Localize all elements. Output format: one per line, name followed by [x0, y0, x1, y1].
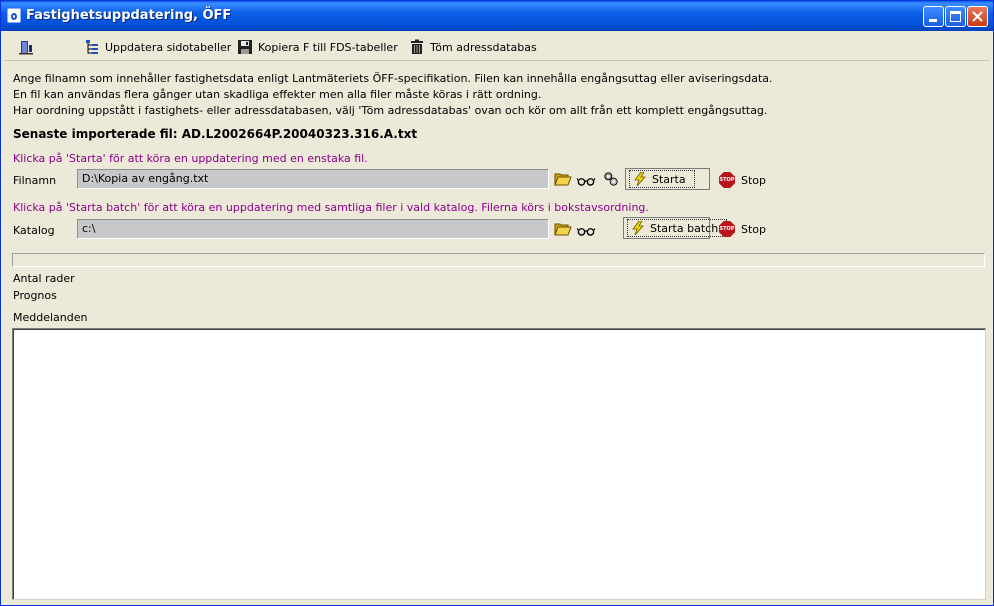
close-button[interactable] — [967, 6, 988, 27]
minimize-icon — [929, 19, 937, 22]
door-exit-icon — [19, 41, 33, 55]
lightning-icon — [632, 221, 644, 235]
update-side-tables-button[interactable]: Uppdatera sidotabeller — [84, 38, 231, 56]
last-imported-file: Senaste importerade fil: AD.L2002664P.20… — [13, 127, 418, 141]
empty-address-db-label: Töm adressdatabas — [430, 40, 537, 54]
single-file-hint: Klicka på 'Starta' för att köra en uppda… — [13, 152, 368, 165]
glasses-icon[interactable] — [577, 223, 595, 239]
empty-address-db-button[interactable]: Töm adressdatabas — [409, 38, 537, 56]
stop-sign-icon: STOP — [719, 221, 735, 237]
tree-icon — [86, 40, 98, 54]
maximize-button[interactable] — [945, 6, 966, 27]
stop-sign-icon: STOP — [719, 172, 735, 188]
copy-f-to-fds-label: Kopiera F till FDS-tabeller — [258, 40, 398, 54]
window-title: Fastighetsuppdatering, ÖFF — [26, 8, 232, 23]
info-line-2: En fil kan användas flera gånger utan sk… — [13, 88, 542, 101]
batch-hint: Klicka på 'Starta batch' för att köra en… — [13, 201, 649, 214]
open-folder-icon[interactable] — [554, 171, 572, 187]
row-count-label: Antal rader — [13, 272, 75, 285]
exit-button[interactable] — [18, 38, 39, 56]
main-window: Fastighetsuppdatering, ÖFF Uppdatera sid… — [0, 0, 994, 606]
info-line-1: Ange filnamn som innehåller fastighetsda… — [13, 72, 773, 85]
filename-label: Filnamn — [13, 174, 57, 187]
forecast-label: Prognos — [13, 289, 57, 302]
maximize-icon — [950, 11, 961, 22]
app-icon — [7, 8, 21, 23]
title-bar[interactable]: Fastighetsuppdatering, ÖFF — [1, 1, 993, 31]
directory-label: Katalog — [13, 224, 55, 237]
progress-bar — [12, 253, 985, 267]
open-folder-icon[interactable] — [554, 221, 572, 237]
start-batch-button-label: Starta batch — [650, 221, 719, 235]
stop-batch-button[interactable]: STOP Stop — [719, 219, 766, 239]
glasses-icon[interactable] — [577, 173, 595, 189]
update-side-tables-label: Uppdatera sidotabeller — [105, 40, 232, 54]
directory-field[interactable]: c:\ — [77, 219, 549, 239]
stop-button[interactable]: STOP Stop — [719, 170, 766, 190]
messages-label: Meddelanden — [13, 311, 88, 324]
floppy-disk-icon — [238, 40, 252, 54]
start-button[interactable]: Starta — [625, 168, 710, 190]
gears-icon[interactable] — [602, 171, 620, 187]
close-icon — [972, 11, 983, 22]
stop-batch-button-label: Stop — [741, 222, 767, 236]
toolbar: Uppdatera sidotabeller Kopiera F till FD… — [5, 34, 989, 61]
stop-button-label: Stop — [741, 173, 767, 187]
trash-can-icon — [411, 39, 423, 54]
copy-f-to-fds-button[interactable]: Kopiera F till FDS-tabeller — [237, 38, 398, 56]
filename-field[interactable]: D:\Kopia av engång.txt — [77, 169, 549, 189]
minimize-button[interactable] — [923, 6, 944, 27]
info-line-3: Har oordning uppstått i fastighets- elle… — [13, 104, 768, 117]
start-button-label: Starta — [652, 172, 686, 186]
lightning-icon — [634, 172, 646, 186]
messages-textarea[interactable] — [12, 328, 986, 600]
start-batch-button[interactable]: Starta batch — [623, 217, 728, 239]
